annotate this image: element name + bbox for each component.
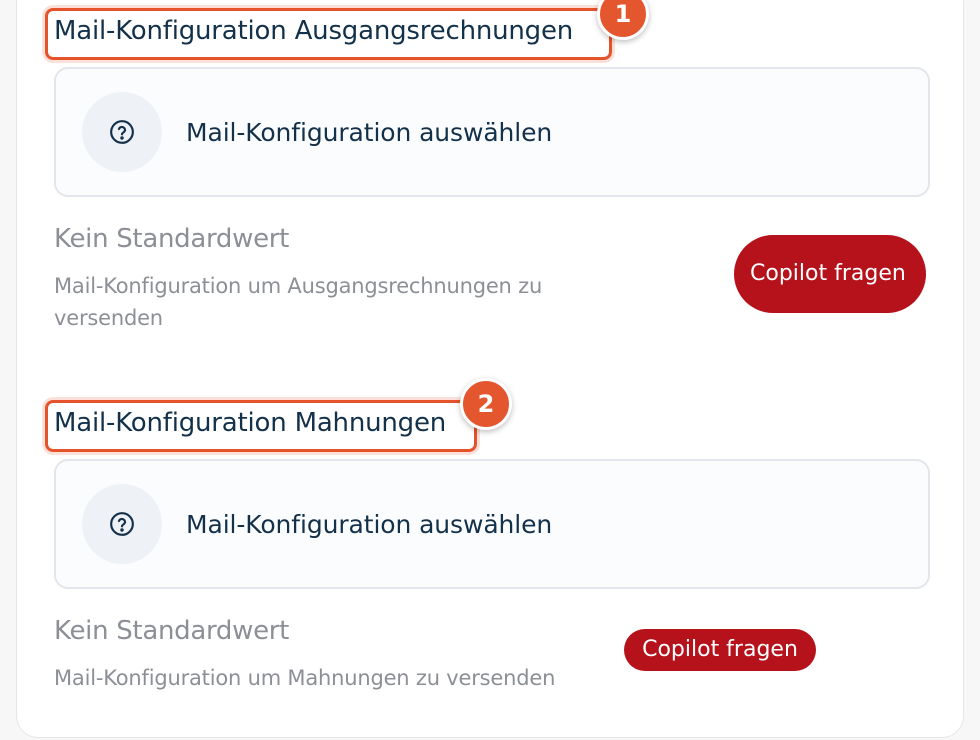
annotation-marker-2: 2 xyxy=(460,378,512,430)
question-circle-icon xyxy=(82,484,162,564)
field-description: Mail-Konfiguration um Ausgangsrechnungen… xyxy=(54,274,543,330)
question-circle-icon xyxy=(82,92,162,172)
copilot-ask-button-2[interactable]: Copilot fragen xyxy=(624,629,816,671)
section-title-outgoing-invoices: Mail-Konfiguration Ausgangsrechnungen xyxy=(54,16,574,46)
copilot-ask-button-1[interactable]: Copilot fragen xyxy=(734,235,926,313)
section-title-reminders: Mail-Konfiguration Mahnungen xyxy=(54,408,447,438)
mail-config-select-reminders[interactable]: Mail-Konfiguration auswählen xyxy=(54,459,930,589)
default-value-text: Kein Standardwert xyxy=(54,616,290,646)
field-description: Mail-Konfiguration um Mahnungen zu verse… xyxy=(54,666,556,690)
select-label: Mail-Konfiguration auswählen xyxy=(186,117,553,147)
mail-config-select-outgoing-invoices[interactable]: Mail-Konfiguration auswählen xyxy=(54,67,930,197)
select-label: Mail-Konfiguration auswählen xyxy=(186,509,553,539)
default-value-text: Kein Standardwert xyxy=(54,224,290,254)
